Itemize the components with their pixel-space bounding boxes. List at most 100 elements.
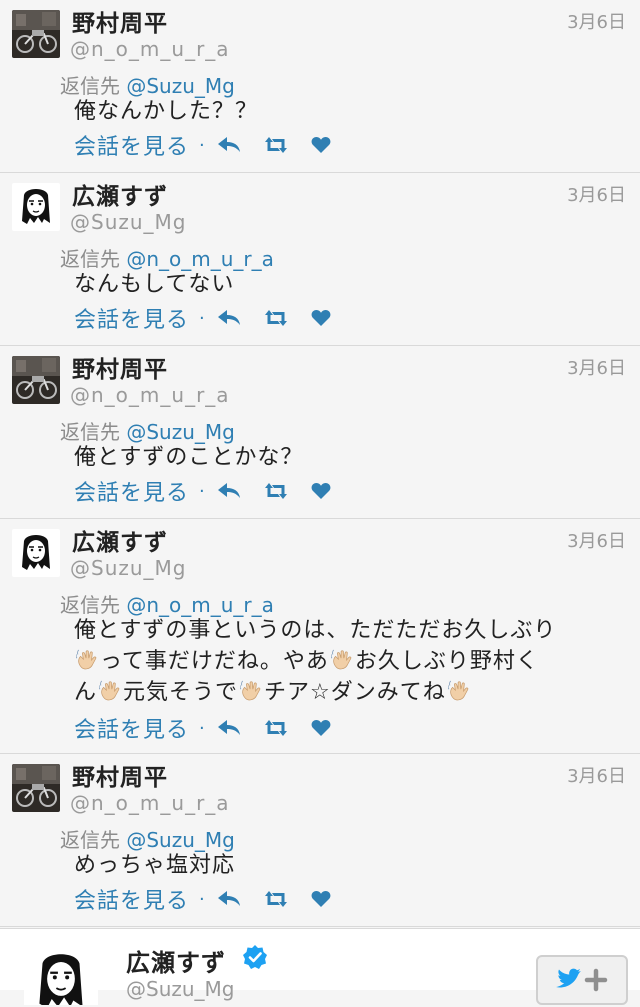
- display-name[interactable]: 野村周平: [72, 758, 168, 792]
- view-conversation-link[interactable]: 会話を見る: [74, 129, 189, 161]
- tweet-actions: 会話を見る ·: [74, 884, 353, 914]
- view-conversation-link[interactable]: 会話を見る: [74, 302, 189, 334]
- retweet-icon[interactable]: [263, 482, 289, 500]
- tweet[interactable]: 野村周平 @n_o_m_u_r_a 3月6日 返信先 @Suzu_Mg 俺とすず…: [0, 346, 640, 519]
- drawn-face-avatar-image: [12, 183, 60, 231]
- reply-mention-link[interactable]: @n_o_m_u_r_a: [126, 593, 274, 617]
- tweet-text: 俺とすずのことかな？: [74, 442, 626, 473]
- motorcycle-avatar-image: [12, 356, 60, 404]
- tweet-text-line: 俺とすずの事というのは、ただただお久しぶり: [74, 618, 557, 643]
- waving-hand-emoji-icon: [240, 680, 262, 702]
- reply-icon[interactable]: [217, 890, 241, 908]
- separator-dot: ·: [199, 717, 205, 739]
- tweet-text-segment: って事だけだね。やあ: [100, 649, 329, 674]
- like-icon[interactable]: [311, 890, 331, 908]
- like-icon[interactable]: [311, 719, 331, 737]
- handle[interactable]: @n_o_m_u_r_a: [70, 383, 230, 407]
- timestamp[interactable]: 3月6日: [567, 527, 626, 553]
- motorcycle-avatar-image: [12, 10, 60, 58]
- tweet[interactable]: 広瀬すず @Suzu_Mg 3月6日 返信先 @n_o_m_u_r_a 俺とすず…: [0, 519, 640, 754]
- separator-dot: ·: [199, 134, 205, 156]
- reply-to-label: 返信先: [60, 828, 120, 852]
- display-name[interactable]: 広瀬すず: [72, 523, 168, 557]
- tweet-text: めっちゃ塩対応: [74, 850, 626, 881]
- reply-to-label: 返信先: [60, 593, 120, 617]
- separator-dot: ·: [199, 307, 205, 329]
- tweet-text-segment: チア☆ダンみてね: [264, 680, 446, 705]
- motorcycle-avatar-image: [12, 764, 60, 812]
- follow-button[interactable]: [536, 955, 628, 1005]
- handle[interactable]: @n_o_m_u_r_a: [70, 37, 230, 61]
- twitter-bird-plus-icon: [556, 968, 608, 992]
- handle[interactable]: @n_o_m_u_r_a: [70, 791, 230, 815]
- timestamp[interactable]: 3月6日: [567, 181, 626, 207]
- retweet-icon[interactable]: [263, 890, 289, 908]
- view-conversation-link[interactable]: 会話を見る: [74, 475, 189, 507]
- tweet[interactable]: 野村周平 @n_o_m_u_r_a 3月6日 返信先 @Suzu_Mg めっちゃ…: [0, 754, 640, 927]
- drawn-face-avatar-image: [24, 945, 98, 1005]
- display-name[interactable]: 野村周平: [72, 4, 168, 38]
- tweet-text-segment: お久しぶり野村く: [354, 649, 539, 674]
- retweet-icon[interactable]: [263, 136, 289, 154]
- like-icon[interactable]: [311, 309, 331, 327]
- reply-mention-link[interactable]: @n_o_m_u_r_a: [126, 247, 274, 271]
- profile-display-name[interactable]: 広瀬すず: [126, 943, 226, 978]
- reply-to-line: 返信先 @n_o_m_u_r_a: [60, 589, 274, 618]
- reply-icon[interactable]: [217, 482, 241, 500]
- reply-to-label: 返信先: [60, 247, 120, 271]
- like-icon[interactable]: [311, 136, 331, 154]
- display-name[interactable]: 広瀬すず: [72, 177, 168, 211]
- tweet-text-segment: ん: [74, 680, 98, 705]
- reply-to-line: 返信先 @n_o_m_u_r_a: [60, 243, 274, 272]
- retweet-icon[interactable]: [263, 309, 289, 327]
- reply-mention-link[interactable]: @Suzu_Mg: [126, 74, 235, 98]
- reply-icon[interactable]: [217, 719, 241, 737]
- separator-dot: ·: [199, 888, 205, 910]
- reply-icon[interactable]: [217, 309, 241, 327]
- timestamp[interactable]: 3月6日: [567, 762, 626, 788]
- tweet-actions: 会話を見る ·: [74, 303, 353, 333]
- tweet-text-line: 俺なんかした？？: [74, 99, 259, 124]
- handle[interactable]: @Suzu_Mg: [70, 210, 187, 234]
- handle[interactable]: @Suzu_Mg: [70, 556, 187, 580]
- display-name[interactable]: 野村周平: [72, 350, 168, 384]
- avatar[interactable]: [12, 183, 60, 231]
- reply-to-line: 返信先 @Suzu_Mg: [60, 824, 235, 853]
- view-conversation-link[interactable]: 会話を見る: [74, 712, 189, 744]
- view-conversation-link[interactable]: 会話を見る: [74, 883, 189, 915]
- avatar[interactable]: [12, 356, 60, 404]
- reply-to-line: 返信先 @Suzu_Mg: [60, 70, 235, 99]
- waving-hand-emoji-icon: [99, 680, 121, 702]
- avatar[interactable]: [12, 529, 60, 577]
- waving-hand-emoji-icon: [448, 680, 470, 702]
- waving-hand-emoji-icon: [76, 649, 98, 671]
- timestamp[interactable]: 3月6日: [567, 354, 626, 380]
- tweet-actions: 会話を見る ·: [74, 476, 353, 506]
- separator-dot: ·: [199, 480, 205, 502]
- avatar[interactable]: [12, 10, 60, 58]
- reply-mention-link[interactable]: @Suzu_Mg: [126, 420, 235, 444]
- tweet[interactable]: 野村周平 @n_o_m_u_r_a 3月6日 返信先 @Suzu_Mg 俺なんか…: [0, 0, 640, 173]
- tweet-text: 俺なんかした？？: [74, 96, 626, 127]
- tweet-text: なんもしてない: [74, 269, 626, 300]
- retweet-icon[interactable]: [263, 719, 289, 737]
- tweet-text: 俺とすずの事というのは、ただただお久しぶり って事だけだね。やあ お久しぶり野村く…: [74, 615, 626, 708]
- reply-mention-link[interactable]: @Suzu_Mg: [126, 828, 235, 852]
- reply-to-label: 返信先: [60, 74, 120, 98]
- tweet-text-line: めっちゃ塩対応: [74, 853, 236, 878]
- profile-handle[interactable]: @Suzu_Mg: [126, 977, 235, 1001]
- reply-to-label: 返信先: [60, 420, 120, 444]
- reply-icon[interactable]: [217, 136, 241, 154]
- waving-hand-emoji-icon: [331, 649, 353, 671]
- verified-badge-icon: [242, 944, 268, 974]
- profile-avatar[interactable]: [24, 945, 98, 1005]
- tweet-actions: 会話を見る ·: [74, 713, 353, 743]
- timestamp[interactable]: 3月6日: [567, 8, 626, 34]
- tweet[interactable]: 広瀬すず @Suzu_Mg 3月6日 返信先 @n_o_m_u_r_a なんもし…: [0, 173, 640, 346]
- like-icon[interactable]: [311, 482, 331, 500]
- avatar[interactable]: [12, 764, 60, 812]
- tweet-actions: 会話を見る ·: [74, 130, 353, 160]
- tweet-text-line: なんもしてない: [74, 272, 235, 297]
- reply-to-line: 返信先 @Suzu_Mg: [60, 416, 235, 445]
- tweet-text-segment: 元気そうで: [123, 680, 239, 705]
